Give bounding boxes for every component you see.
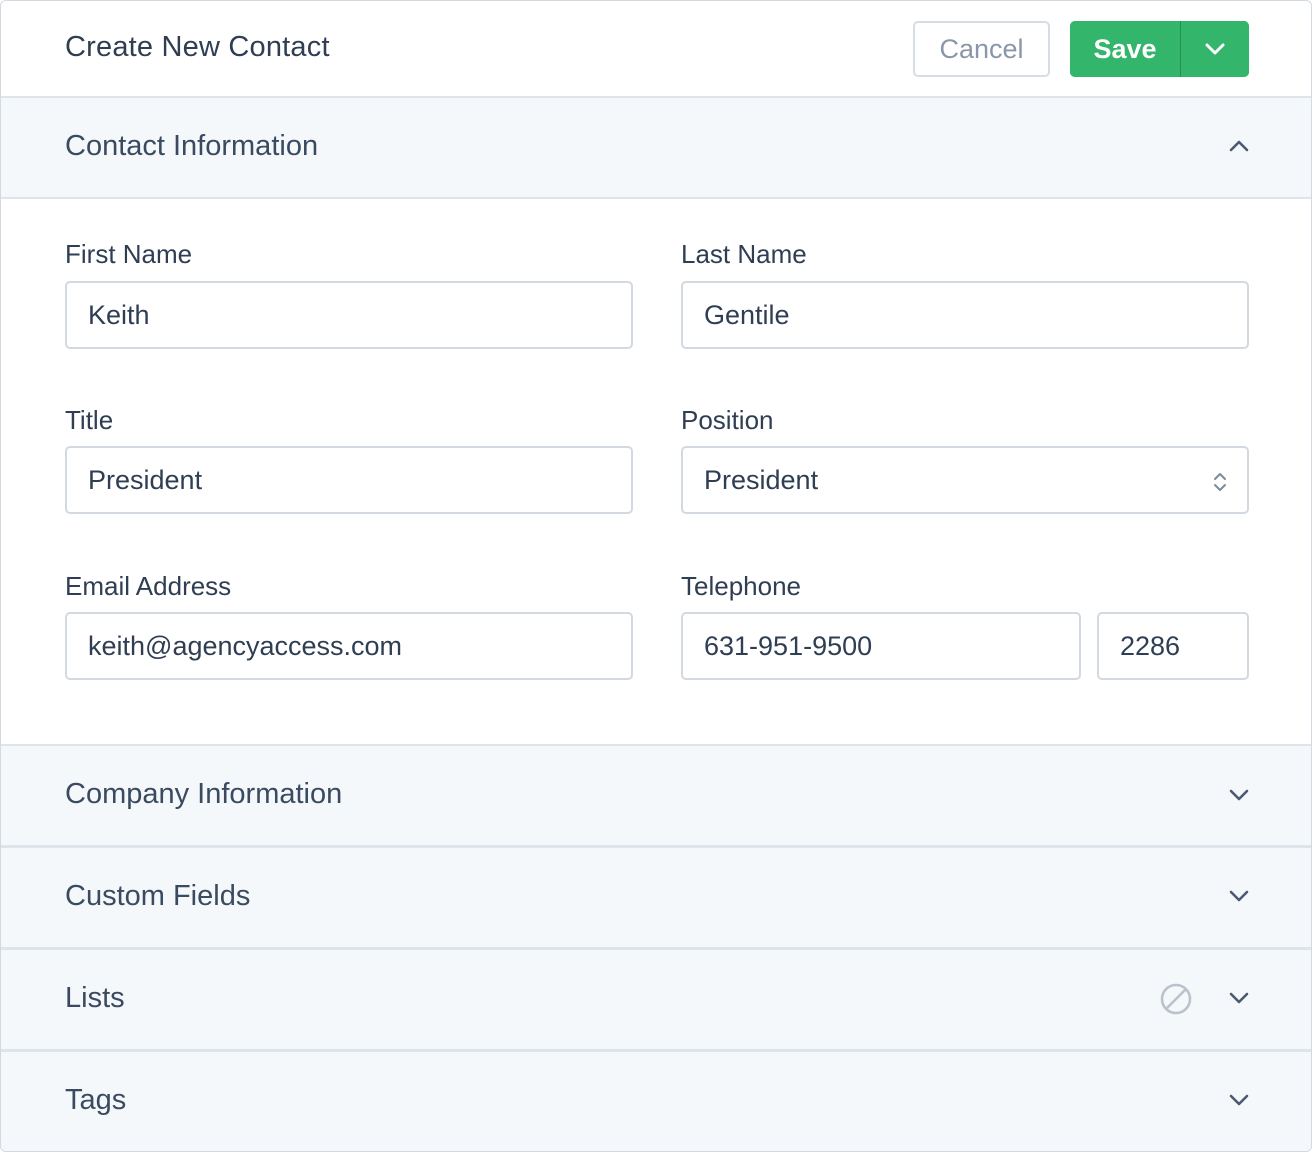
email-input[interactable]: keith@agencyaccess.com <box>65 612 633 680</box>
section-title: Contact Information <box>65 130 319 162</box>
position-select-value: President <box>704 464 819 495</box>
chevron-down-icon <box>1205 43 1225 55</box>
section-title: Tags <box>65 1084 127 1116</box>
disabled-icon <box>1160 983 1192 1015</box>
section-title: Custom Fields <box>65 880 251 912</box>
chevron-down-icon[interactable] <box>1227 1088 1251 1112</box>
title-label: Title <box>65 405 114 435</box>
last-name-label: Last Name <box>681 239 807 269</box>
save-button-group: Save <box>1070 21 1249 77</box>
save-options-button[interactable] <box>1181 21 1249 77</box>
create-contact-modal: Create New Contact Cancel Save Contact I… <box>0 0 1312 1152</box>
section-custom-fields[interactable]: Custom Fields <box>1 845 1311 947</box>
title-input[interactable]: President <box>65 446 633 514</box>
email-label: Email Address <box>65 571 232 601</box>
modal-title: Create New Contact <box>65 31 330 63</box>
cancel-button[interactable]: Cancel <box>913 21 1050 77</box>
telephone-label: Telephone <box>681 571 801 601</box>
position-select[interactable]: President <box>681 446 1249 514</box>
modal-header: Create New Contact Cancel Save <box>1 1 1311 98</box>
chevron-down-icon[interactable] <box>1227 783 1251 807</box>
section-lists[interactable]: Lists <box>1 947 1311 1049</box>
section-title: Lists <box>65 982 125 1014</box>
section-tags[interactable]: Tags <box>1 1049 1311 1151</box>
chevron-up-icon[interactable] <box>1227 134 1251 158</box>
position-label: Position <box>681 405 774 435</box>
first-name-input[interactable]: Keith <box>65 281 633 349</box>
first-name-label: First Name <box>65 239 193 269</box>
select-arrows-icon <box>1214 473 1226 491</box>
save-button[interactable]: Save <box>1070 21 1180 77</box>
contact-form: First Name Keith Last Name Gentile Title… <box>1 199 1311 744</box>
telephone-input[interactable]: 631-951-9500 <box>681 612 1081 680</box>
chevron-down-icon[interactable] <box>1227 986 1251 1010</box>
section-title: Company Information <box>65 778 343 810</box>
section-company-information[interactable]: Company Information <box>1 744 1311 845</box>
last-name-input[interactable]: Gentile <box>681 281 1249 349</box>
section-contact-information[interactable]: Contact Information <box>1 98 1311 199</box>
telephone-extension-input[interactable]: 2286 <box>1097 612 1249 680</box>
chevron-down-icon[interactable] <box>1227 884 1251 908</box>
